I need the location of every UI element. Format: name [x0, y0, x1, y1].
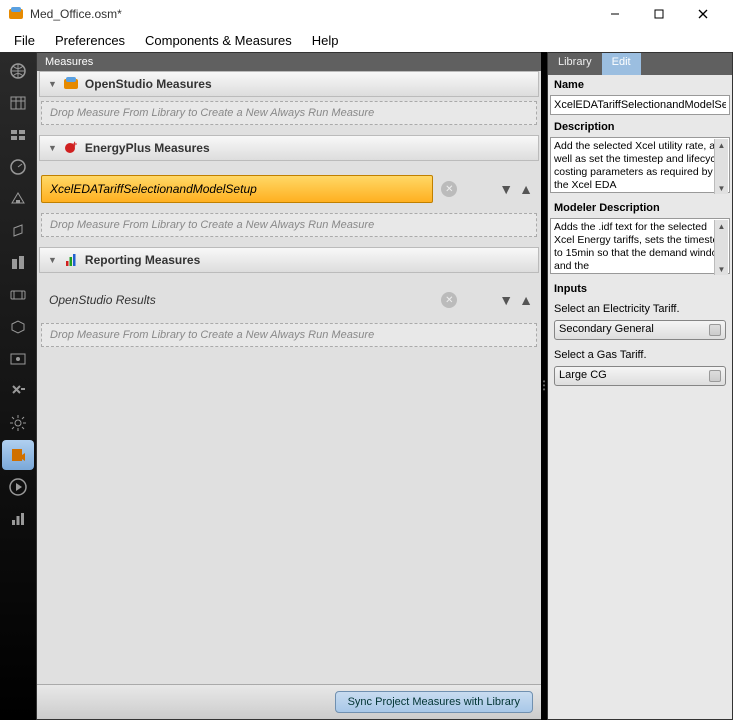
right-tabs: Library Edit [548, 53, 732, 75]
measures-header: Measures [37, 53, 541, 71]
splitter[interactable]: ••• [541, 52, 547, 720]
gas-tariff-select[interactable]: Large CG [554, 366, 726, 386]
tool-schedules[interactable] [2, 88, 34, 118]
modeler-desc-textarea[interactable] [550, 218, 730, 274]
drop-zone[interactable]: Drop Measure From Library to Create a Ne… [41, 323, 537, 347]
measure-row-selected[interactable]: XcelEDATariffSelectionandModelSetup [41, 175, 433, 203]
minimize-button[interactable] [593, 0, 637, 28]
tool-results[interactable] [2, 504, 34, 534]
menu-bar: File Preferences Components & Measures H… [0, 28, 733, 52]
gas-tariff-label: Select a Gas Tariff. [548, 343, 732, 363]
maximize-button[interactable] [637, 0, 681, 28]
modeler-desc-label: Modeler Description [548, 198, 732, 216]
center-panel: Measures ▼ OpenStudio Measures Drop Meas… [36, 52, 541, 720]
menu-help[interactable]: Help [302, 30, 349, 51]
section-label: EnergyPlus Measures [85, 141, 210, 155]
tool-measures[interactable] [2, 440, 34, 470]
close-button[interactable] [681, 0, 725, 28]
arrow-up-icon[interactable]: ▲ [519, 292, 533, 308]
menu-components[interactable]: Components & Measures [135, 30, 302, 51]
tool-loads[interactable] [2, 152, 34, 182]
section-openstudio-measures[interactable]: ▼ OpenStudio Measures [39, 71, 539, 97]
arrow-up-icon[interactable]: ▲ [519, 181, 533, 197]
disclosure-icon: ▼ [48, 255, 57, 265]
sync-button[interactable]: Sync Project Measures with Library [335, 691, 533, 713]
name-input[interactable] [550, 95, 730, 115]
tool-constructions[interactable] [2, 120, 34, 150]
title-bar: Med_Office.osm* [0, 0, 733, 28]
tool-thermal-zones[interactable] [2, 312, 34, 342]
measure-row[interactable]: OpenStudio Results [41, 287, 433, 313]
section-reporting-measures[interactable]: ▼ Reporting Measures [39, 247, 539, 273]
tab-edit[interactable]: Edit [602, 53, 641, 75]
scrollbar[interactable]: ▲▼ [714, 139, 728, 194]
disclosure-icon: ▼ [48, 79, 57, 89]
tool-facility[interactable] [2, 248, 34, 278]
tool-geometry[interactable] [2, 216, 34, 246]
menu-preferences[interactable]: Preferences [45, 30, 135, 51]
tool-scripts[interactable] [2, 376, 34, 406]
tool-run[interactable] [2, 472, 34, 502]
scroll-up-icon[interactable]: ▲ [718, 220, 726, 232]
scroll-down-icon[interactable]: ▼ [718, 263, 726, 275]
section-energyplus-measures[interactable]: ▼ + EnergyPlus Measures [39, 135, 539, 161]
energyplus-icon: + [63, 140, 79, 156]
inputs-label: Inputs [548, 279, 732, 297]
scrollbar[interactable]: ▲▼ [714, 220, 728, 275]
description-label: Description [548, 117, 732, 135]
menu-file[interactable]: File [4, 30, 45, 51]
section-label: OpenStudio Measures [85, 77, 212, 91]
window-title: Med_Office.osm* [30, 7, 593, 21]
app-icon [8, 6, 24, 22]
elec-tariff-label: Select an Electricity Tariff. [548, 297, 732, 317]
right-panel: Library Edit Name Description ▲▼ Modeler… [547, 52, 733, 720]
drop-zone[interactable]: Drop Measure From Library to Create a Ne… [41, 213, 537, 237]
elec-tariff-select[interactable]: Secondary General [554, 320, 726, 340]
tool-settings[interactable] [2, 408, 34, 438]
delete-icon[interactable]: ✕ [441, 181, 457, 197]
tool-site[interactable] [2, 56, 34, 86]
tool-spaces[interactable] [2, 184, 34, 214]
footer-bar: Sync Project Measures with Library [37, 684, 541, 719]
arrow-down-icon[interactable]: ▼ [499, 292, 513, 308]
scroll-down-icon[interactable]: ▼ [718, 182, 726, 194]
disclosure-icon: ▼ [48, 143, 57, 153]
arrow-down-icon[interactable]: ▼ [499, 181, 513, 197]
description-textarea[interactable] [550, 137, 730, 193]
name-label: Name [548, 75, 732, 93]
scroll-up-icon[interactable]: ▲ [718, 139, 726, 151]
tool-output[interactable] [2, 344, 34, 374]
svg-text:+: + [72, 140, 77, 149]
delete-icon[interactable]: ✕ [441, 292, 457, 308]
tab-library[interactable]: Library [548, 53, 602, 75]
measures-area: ▼ OpenStudio Measures Drop Measure From … [37, 71, 541, 684]
tool-hvac[interactable] [2, 280, 34, 310]
section-label: Reporting Measures [85, 253, 200, 267]
left-toolbar [0, 52, 36, 720]
openstudio-icon [63, 76, 79, 92]
drop-zone[interactable]: Drop Measure From Library to Create a Ne… [41, 101, 537, 125]
reporting-icon [63, 252, 79, 268]
